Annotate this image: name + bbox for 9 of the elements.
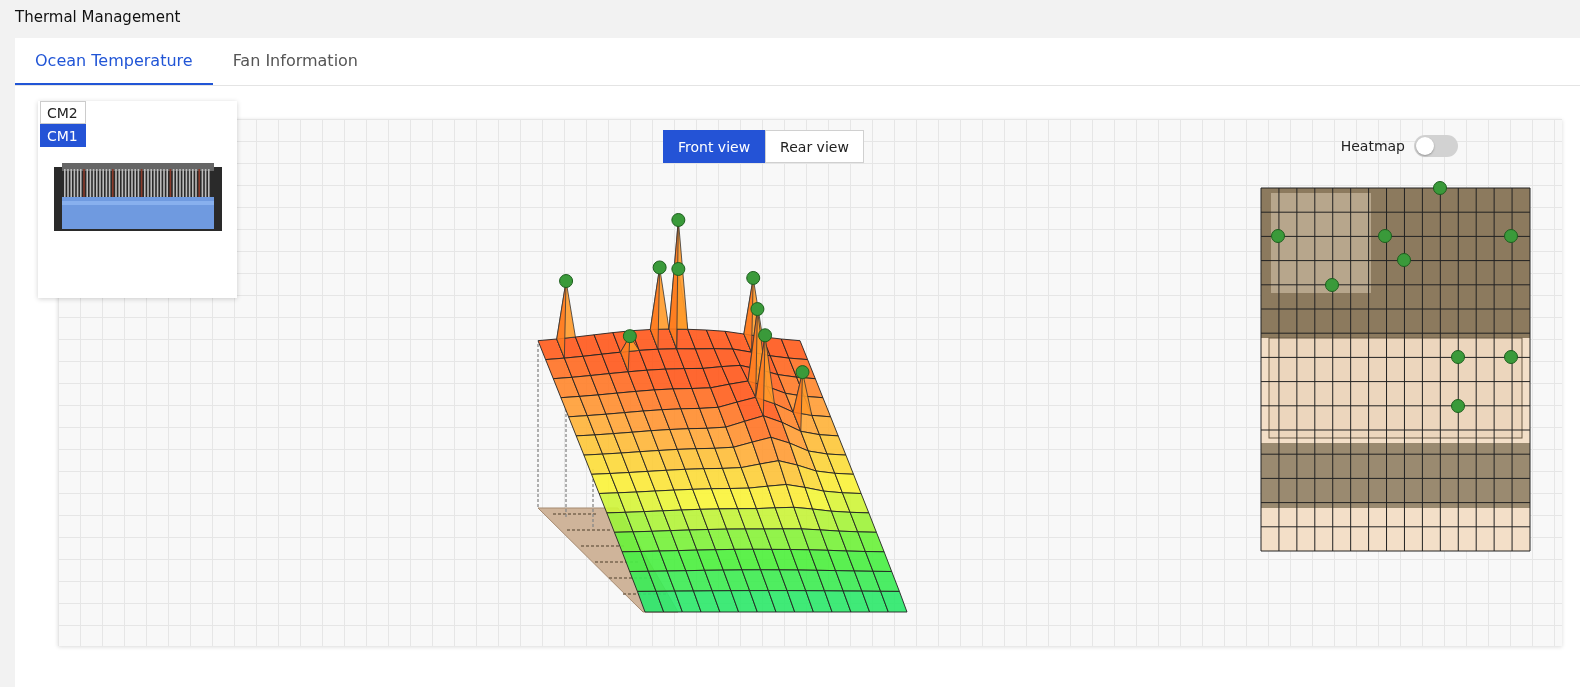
page-title: Thermal Management <box>15 8 181 26</box>
heatmap-switch[interactable] <box>1414 134 1458 157</box>
tab[interactable]: Ocean Temperature <box>15 38 213 85</box>
module-option[interactable]: CM1 <box>40 124 86 147</box>
heatmap-label: Heatmap <box>1340 137 1405 154</box>
view-button[interactable]: Front view <box>663 130 766 163</box>
tab[interactable]: Fan Information <box>212 38 378 85</box>
module-option[interactable]: CM2 <box>40 101 86 124</box>
view-button[interactable]: Rear view <box>765 130 864 163</box>
